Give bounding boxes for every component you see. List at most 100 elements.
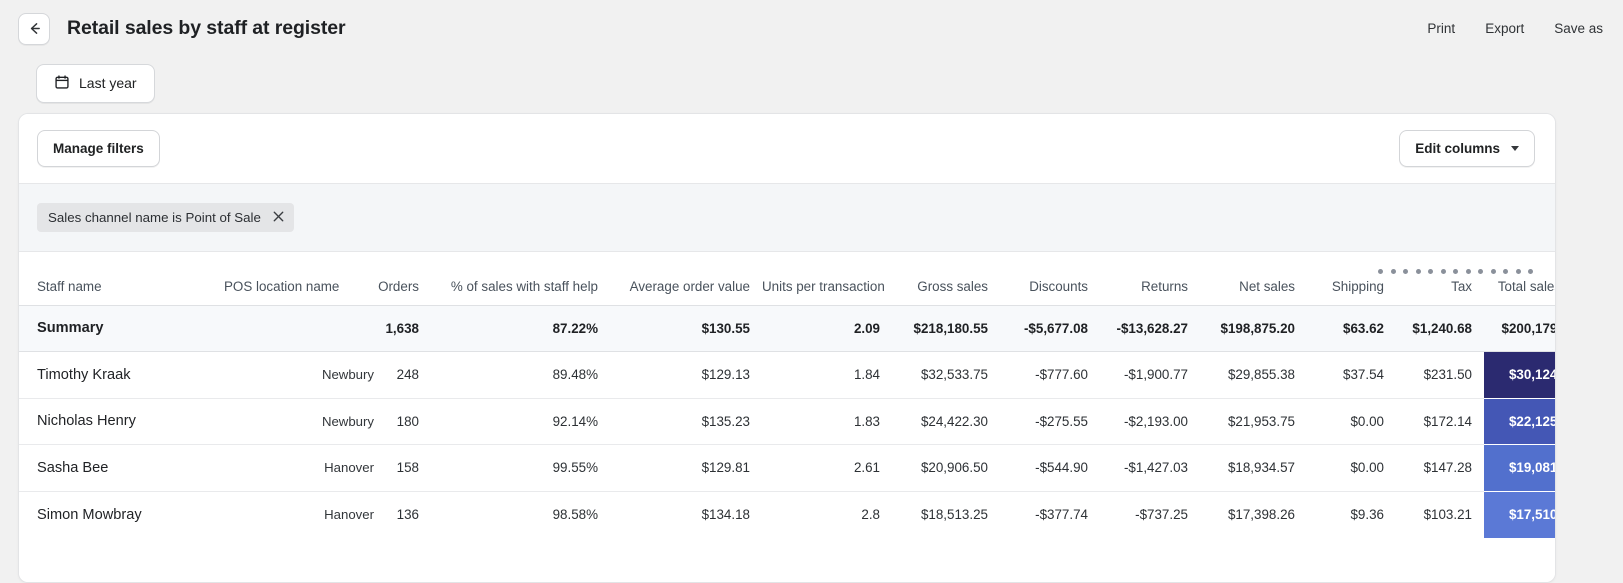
summary-orders: 1,638: [374, 304, 431, 352]
column-header-pct-staff-help[interactable]: % of sales with staff help: [431, 252, 610, 305]
cell-shipping: $0.00: [1307, 397, 1396, 445]
column-header-total-sales[interactable]: Total sales▼: [1484, 252, 1555, 305]
summary-returns: -$13,628.27: [1100, 304, 1200, 352]
cell-net-sales: $29,855.38: [1200, 351, 1307, 398]
column-header-pos-location-name[interactable]: POS location name: [222, 252, 374, 305]
edit-columns-label: Edit columns: [1415, 141, 1500, 156]
column-header-tax[interactable]: Tax: [1396, 252, 1484, 305]
handle-dot: [1390, 268, 1396, 274]
cell-net-sales: $21,953.75: [1200, 397, 1307, 445]
cell-units-per-transaction: 1.84: [762, 351, 892, 398]
cell-pos-location-name: Hanover: [222, 490, 374, 538]
table-row[interactable]: Sasha Bee Hanover 158 99.55% $129.81 2.6…: [19, 444, 1555, 491]
cell-gross-sales: $24,422.30: [892, 397, 1000, 445]
column-drag-handle[interactable]: [1378, 264, 1533, 278]
handle-dot: [1490, 268, 1496, 274]
handle-dot: [1428, 268, 1433, 274]
cell-discounts: -$275.55: [1000, 397, 1100, 445]
summary-gross-sales: $218,180.55: [892, 304, 1000, 352]
summary-shipping: $63.62: [1307, 304, 1396, 352]
cell-returns: -$1,900.77: [1100, 351, 1200, 398]
manage-filters-button[interactable]: Manage filters: [37, 130, 160, 167]
handle-dot: [1515, 268, 1521, 274]
cell-tax: $172.14: [1396, 397, 1484, 445]
cell-shipping: $9.36: [1307, 490, 1396, 538]
save-as-action[interactable]: Save as: [1554, 21, 1603, 36]
handle-dot: [1403, 268, 1408, 274]
cell-orders: 136: [374, 490, 431, 538]
column-header-shipping[interactable]: Shipping: [1307, 252, 1396, 305]
calendar-icon: [54, 74, 70, 93]
cell-staff-name: Simon Mowbray: [19, 490, 222, 538]
cell-pct-staff-help: 89.48%: [431, 351, 610, 398]
summary-discounts: -$5,677.08: [1000, 304, 1100, 352]
cell-pct-staff-help: 98.58%: [431, 490, 610, 538]
cell-average-order-value: $135.23: [610, 397, 762, 445]
table-body: Summary 1,638 87.22% $130.55 2.09 $218,1…: [19, 304, 1555, 538]
column-header-discounts[interactable]: Discounts: [1000, 252, 1100, 305]
handle-dot: [1378, 268, 1383, 274]
column-header-staff-name[interactable]: Staff name: [19, 252, 222, 305]
table-scroll-region[interactable]: Staff name POS location name Orders % of…: [19, 252, 1555, 582]
summary-net-sales: $198,875.20: [1200, 304, 1307, 352]
column-header-net-sales[interactable]: Net sales: [1200, 252, 1307, 305]
close-icon[interactable]: [273, 211, 284, 224]
cell-pos-location-name: Newbury: [222, 351, 374, 398]
table-header-row: Staff name POS location name Orders % of…: [19, 252, 1555, 305]
cell-total-sales: $30,124.42: [1484, 351, 1555, 398]
cell-average-order-value: $134.18: [610, 490, 762, 538]
card-toolbar: Manage filters Edit columns: [19, 114, 1555, 184]
column-header-units-per-transaction[interactable]: Units per transaction: [762, 252, 892, 305]
arrow-left-icon: [26, 20, 43, 37]
print-action[interactable]: Print: [1427, 21, 1455, 36]
page-title: Retail sales by staff at register: [67, 17, 346, 39]
column-header-gross-sales[interactable]: Gross sales: [892, 252, 1000, 305]
summary-tax: $1,240.68: [1396, 304, 1484, 352]
summary-row: Summary 1,638 87.22% $130.55 2.09 $218,1…: [19, 304, 1555, 352]
cell-pos-location-name: Newbury: [222, 397, 374, 445]
cell-staff-name: Sasha Bee: [19, 444, 222, 491]
column-header-orders[interactable]: Orders: [374, 252, 431, 305]
cell-orders: 180: [374, 397, 431, 445]
summary-average-order-value: $130.55: [610, 304, 762, 352]
cell-orders: 248: [374, 351, 431, 398]
report-card: Manage filters Edit columns Sales channe…: [18, 113, 1556, 583]
cell-units-per-transaction: 1.83: [762, 397, 892, 445]
cell-returns: -$1,427.03: [1100, 444, 1200, 491]
cell-shipping: $0.00: [1307, 444, 1396, 491]
cell-staff-name: Nicholas Henry: [19, 397, 222, 445]
column-header-returns[interactable]: Returns: [1100, 252, 1200, 305]
table-row[interactable]: Timothy Kraak Newbury 248 89.48% $129.13…: [19, 351, 1555, 398]
handle-dot: [1503, 268, 1508, 274]
cell-shipping: $37.54: [1307, 351, 1396, 398]
cell-discounts: -$377.74: [1000, 490, 1100, 538]
back-button[interactable]: [18, 12, 50, 45]
summary-pos-location-name: [222, 304, 374, 352]
cell-pos-location-name: Hanover: [222, 444, 374, 491]
handle-dot: [1415, 268, 1421, 274]
cell-pct-staff-help: 99.55%: [431, 444, 610, 491]
date-range-button[interactable]: Last year: [36, 63, 155, 103]
handle-dot: [1440, 268, 1446, 274]
handle-dot: [1478, 268, 1483, 274]
cell-discounts: -$777.60: [1000, 351, 1100, 398]
top-bar-actions: Print Export Save as: [1427, 21, 1603, 36]
top-bar: Retail sales by staff at register Print …: [0, 0, 1623, 57]
cell-discounts: -$544.90: [1000, 444, 1100, 491]
cell-tax: $103.21: [1396, 490, 1484, 538]
date-range-label: Last year: [79, 75, 137, 91]
cell-pct-staff-help: 92.14%: [431, 397, 610, 445]
table-head: Staff name POS location name Orders % of…: [19, 252, 1555, 305]
cell-net-sales: $18,934.57: [1200, 444, 1307, 491]
export-action[interactable]: Export: [1485, 21, 1524, 36]
column-header-average-order-value[interactable]: Average order value: [610, 252, 762, 305]
summary-total-sales: $200,179.50: [1484, 304, 1555, 352]
cell-gross-sales: $32,533.75: [892, 351, 1000, 398]
edit-columns-button[interactable]: Edit columns: [1399, 130, 1535, 167]
filter-chip[interactable]: Sales channel name is Point of Sale: [37, 203, 294, 232]
cell-units-per-transaction: 2.8: [762, 490, 892, 538]
handle-dot: [1528, 268, 1533, 274]
cell-total-sales: $19,081.85: [1484, 444, 1555, 491]
table-row[interactable]: Simon Mowbray Hanover 136 98.58% $134.18…: [19, 490, 1555, 538]
table-row[interactable]: Nicholas Henry Newbury 180 92.14% $135.2…: [19, 397, 1555, 445]
